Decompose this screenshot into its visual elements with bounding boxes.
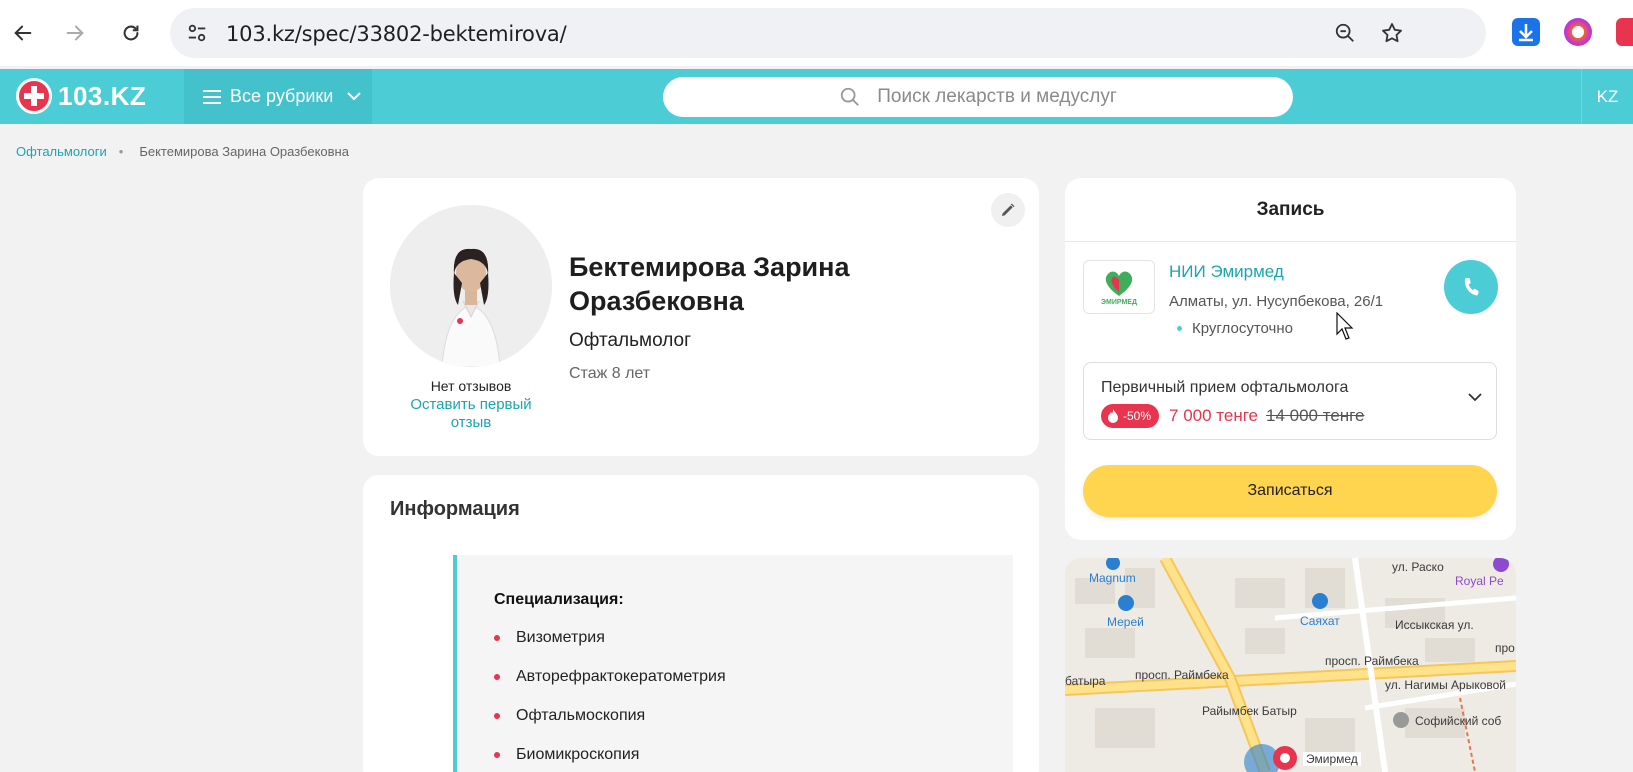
clinic-name-link[interactable]: НИИ Эмирмед (1169, 262, 1284, 282)
shield-extension-icon[interactable] (1616, 18, 1633, 46)
booking-card: Запись ЭМИРМЕД НИИ Эмирмед Алматы, ул. Н… (1065, 178, 1516, 540)
rubrics-label: Все рубрики (230, 86, 334, 106)
map-label-issyk: Иссыкская ул. (1395, 618, 1474, 632)
bullet-icon (494, 635, 500, 641)
map-roads (1065, 558, 1516, 772)
breadcrumb-parent[interactable]: Офтальмологи (16, 144, 107, 159)
map-label-sofia: Софийский соб (1415, 714, 1502, 728)
discount-badge: -50% (1101, 404, 1160, 428)
red-cross-icon (16, 78, 52, 114)
specialization-heading: Специализация: (494, 591, 624, 608)
breadcrumb-separator: • (118, 144, 124, 159)
doctor-profile-card: Нет отзывов Оставить первый отзыв Бектем… (363, 178, 1039, 456)
reload-button[interactable] (114, 16, 148, 50)
clinic-map[interactable]: Magnum Мерей Саяхат Royal Pe ул. Раско И… (1065, 558, 1516, 772)
price-old: 14 000 тенге (1266, 406, 1365, 425)
download-extension-icon[interactable] (1512, 18, 1540, 46)
back-button[interactable] (6, 16, 40, 50)
map-label-pro: про (1495, 641, 1515, 655)
status-dot-icon (1177, 326, 1182, 331)
specialization-list: Визометрия Авторефрактокератометрия Офта… (494, 629, 726, 772)
clinic-logo-text: ЭМИРМЕД (1101, 299, 1137, 306)
site-settings-icon (188, 24, 206, 42)
edit-button[interactable] (991, 193, 1025, 227)
list-item: Офтальмоскопия (494, 707, 726, 746)
book-appointment-button[interactable]: Записаться (1083, 465, 1497, 517)
chevron-down-icon (347, 92, 362, 101)
bullet-icon (494, 674, 500, 680)
doctor-specialty: Офтальмолог (569, 330, 692, 351)
map-label-raimbek-1: просп. Раймбека (1135, 668, 1229, 682)
booking-title: Запись (1065, 178, 1516, 242)
doctor-experience: Стаж 8 лет (569, 365, 651, 382)
arrow-left-icon (14, 25, 32, 41)
price-row: -50% 7 000 тенге 14 000 тенге (1101, 404, 1364, 428)
specialization-box: Специализация: Визометрия Авторефрактоке… (453, 555, 1013, 772)
arrow-right-icon (66, 25, 84, 41)
map-label-merey: Мерей (1107, 615, 1144, 629)
map-label-sayakhat: Саяхат (1300, 614, 1340, 628)
no-reviews-text: Нет отзывов (430, 378, 512, 394)
forward-button[interactable] (58, 16, 92, 50)
url-text[interactable]: 103.kz/spec/33802-bektemirova/ (226, 22, 567, 46)
map-label-raskova: ул. Раско (1392, 560, 1444, 574)
phone-icon (1464, 277, 1479, 296)
map-label-raimbek-2: просп. Раймбека (1325, 654, 1419, 668)
clinic-hours: Круглосуточно (1177, 320, 1293, 337)
list-item: Визометрия (494, 629, 726, 668)
heart-logo-icon (1105, 271, 1133, 296)
hamburger-icon (203, 89, 221, 104)
bullet-icon (494, 713, 500, 719)
clinic-address: Алматы, ул. Нусупбекова, 26/1 (1169, 293, 1384, 310)
map-label-raimbek-batyr: Райымбек Батыр (1202, 704, 1297, 718)
discount-text: -50% (1123, 409, 1152, 423)
list-item-text: Офтальмоскопия (516, 707, 646, 724)
search-icon (841, 87, 860, 106)
list-item: Биомикроскопия (494, 746, 726, 772)
list-item: Авторефрактокератометрия (494, 668, 726, 707)
site-header: 103.KZ Все рубрики Поиск лекарств и меду… (0, 69, 1633, 124)
doctor-name: Бектемирова Зарина Оразбековна (569, 252, 850, 316)
service-name: Первичный прием офтальмолога (1101, 379, 1349, 396)
list-item-text: Визометрия (516, 629, 605, 646)
info-title: Информация (390, 498, 520, 520)
language-switch[interactable]: KZ (1581, 69, 1633, 124)
breadcrumb-current: Бектемирова Зарина Оразбековна (139, 144, 349, 159)
doctor-avatar (390, 205, 552, 367)
list-item-text: Авторефрактокератометрия (516, 668, 726, 685)
map-label-batyra: батыра (1065, 674, 1106, 688)
clinic-logo[interactable]: ЭМИРМЕД (1083, 260, 1155, 314)
info-card: Информация Специализация: Визометрия Авт… (363, 475, 1039, 772)
site-logo[interactable]: 103.KZ (16, 78, 146, 114)
price-current: 7 000 тенге (1169, 406, 1258, 425)
map-label-royal: Royal Pe (1455, 574, 1504, 588)
pencil-icon (1002, 203, 1015, 216)
browser-toolbar: 103.kz/spec/33802-bektemirova/ (0, 0, 1633, 66)
chevron-down-icon (1468, 393, 1482, 402)
rubrics-menu-button[interactable]: Все рубрики (184, 69, 372, 124)
reload-icon (123, 25, 139, 41)
bookmark-star-icon (1382, 23, 1402, 43)
logo-text: 103.KZ (58, 80, 147, 111)
clinic-hours-text: Круглосуточно (1192, 320, 1293, 337)
camera-extension-icon[interactable] (1564, 18, 1592, 46)
map-label-magnum: Magnum (1089, 571, 1136, 585)
map-label-nagimy: ул. Нагимы Арыковой (1385, 678, 1507, 692)
address-bar[interactable]: 103.kz/spec/33802-bektemirova/ (170, 8, 1486, 58)
mouse-cursor-icon (1336, 312, 1354, 340)
bullet-icon (494, 752, 500, 758)
leave-review-link[interactable]: Оставить первый отзыв (403, 396, 539, 432)
fire-icon (1108, 409, 1118, 423)
map-label-emirmed: Эмирмед (1303, 752, 1361, 766)
service-select[interactable]: Первичный прием офтальмолога -50% 7 000 … (1083, 362, 1497, 440)
search-input[interactable]: Поиск лекарств и медуслуг (663, 77, 1293, 117)
search-placeholder: Поиск лекарств и медуслуг (877, 86, 1117, 107)
call-button[interactable] (1444, 260, 1498, 314)
breadcrumb: Офтальмологи • Бектемирова Зарина Оразбе… (16, 144, 349, 159)
zoom-icon (1335, 23, 1354, 42)
list-item-text: Биомикроскопия (516, 746, 640, 763)
